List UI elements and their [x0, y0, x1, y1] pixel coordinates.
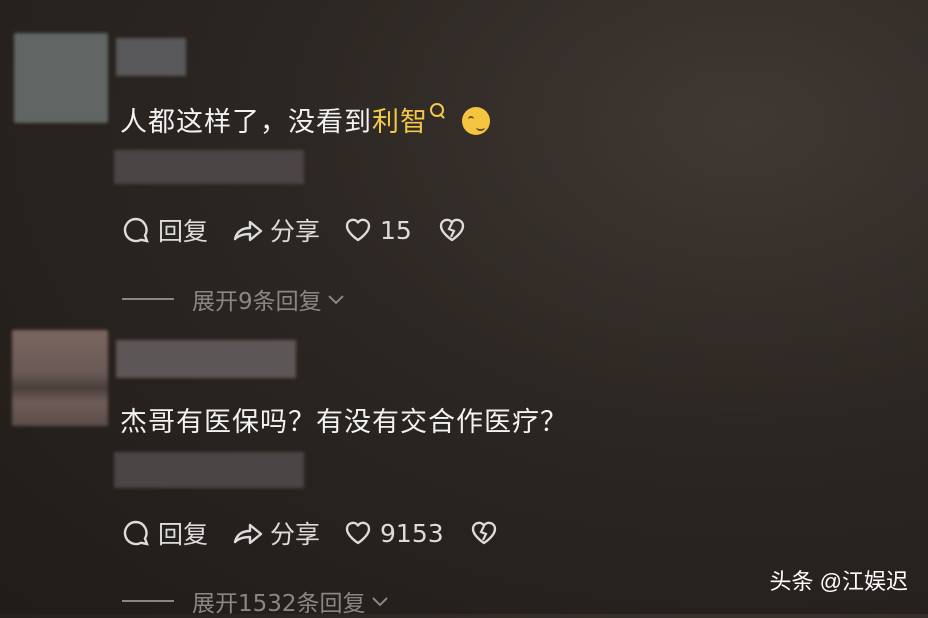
emoji-icon [462, 106, 490, 135]
reply-label: 回复 [158, 520, 209, 549]
action-bar: 回复 分享 9153 [122, 515, 498, 551]
avatar[interactable] [14, 33, 108, 123]
like-button[interactable]: 9153 [344, 519, 444, 548]
share-button[interactable]: 分享 [232, 212, 320, 248]
like-count: 9153 [380, 518, 444, 548]
share-arrow-icon [233, 220, 263, 242]
share-label: 分享 [270, 520, 321, 549]
avatar[interactable] [12, 330, 108, 426]
dislike-button[interactable] [438, 217, 466, 243]
comment-text: 人都这样了，没看到利智 [120, 100, 490, 139]
expand-replies-button[interactable]: 展开9条回复 [122, 282, 346, 316]
share-label: 分享 [270, 217, 321, 246]
search-icon[interactable] [430, 103, 444, 117]
watermark: 头条 @江娱迟 [769, 569, 908, 594]
meta-blurred [114, 150, 304, 184]
chevron-down-icon [327, 295, 344, 305]
comment-text: 杰哥有医保吗？有没有交合作医疗？ [120, 400, 568, 439]
broken-heart-icon [471, 521, 496, 545]
broken-heart-icon [439, 218, 465, 242]
search-highlight-link[interactable]: 利智 [372, 107, 428, 138]
divider-line [122, 600, 174, 602]
reply-label: 回复 [158, 217, 209, 246]
like-button[interactable]: 15 [344, 216, 412, 245]
divider-line [122, 298, 174, 300]
expand-replies-label: 展开1532条回复 [192, 591, 366, 617]
username-blurred[interactable] [116, 340, 296, 378]
share-arrow-icon [233, 523, 263, 545]
reply-button[interactable]: 回复 [122, 212, 208, 248]
heart-icon [345, 218, 371, 242]
comment-text-main: 人都这样了，没看到 [120, 107, 372, 138]
action-bar: 回复 分享 15 [122, 212, 466, 248]
chevron-down-icon [371, 597, 388, 607]
expand-replies-button[interactable]: 展开1532条回复 [122, 584, 390, 618]
share-button[interactable]: 分享 [232, 515, 320, 551]
comment-text-main: 杰哥有医保吗？有没有交合作医疗？ [120, 407, 568, 438]
meta-blurred [114, 452, 304, 488]
expand-replies-label: 展开9条回复 [192, 289, 322, 315]
heart-icon [345, 521, 371, 545]
like-count: 15 [380, 215, 412, 245]
username-blurred[interactable] [116, 38, 186, 76]
comment-bubble-icon [123, 217, 149, 243]
comment-bubble-icon [123, 520, 149, 546]
reply-button[interactable]: 回复 [122, 515, 208, 551]
dislike-button[interactable] [470, 520, 498, 546]
